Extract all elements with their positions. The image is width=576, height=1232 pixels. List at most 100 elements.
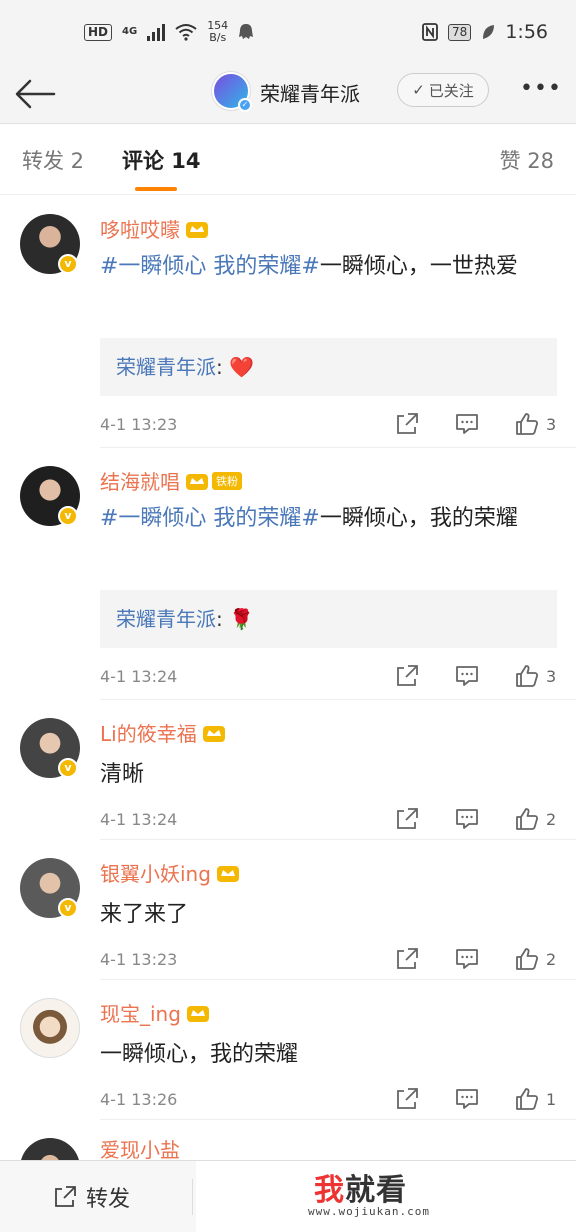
name-row: 银翼小妖ing (100, 858, 241, 887)
name-row: 现宝_ing (100, 998, 211, 1027)
comment-text: #一瞬倾心 我的荣耀#一瞬倾心，我的荣耀 (100, 500, 560, 538)
tab-comments[interactable]: 评论 14 (122, 145, 201, 175)
name-row: 哆啦哎曚 (100, 214, 210, 243)
watermark-url: www.wojiukan.com (308, 1205, 430, 1218)
comment-body: 一瞬倾心，我的荣耀 (319, 506, 518, 531)
like-count: 3 (546, 414, 557, 434)
watermark: 我就看 www.wojiukan.com (196, 1161, 576, 1232)
username[interactable]: 银翼小妖ing (100, 858, 211, 887)
crown-icon (186, 473, 208, 490)
crown-icon (186, 1005, 209, 1022)
comment-body: 来了来了 (100, 902, 189, 927)
comment-time: 4-1 13:24 (100, 666, 178, 686)
thumbs-up-icon[interactable] (514, 1086, 540, 1112)
reply-username[interactable]: 荣耀青年派 (116, 355, 216, 379)
share-icon[interactable] (394, 663, 420, 689)
username[interactable]: Li的筱幸福 (100, 718, 197, 747)
comment-body: 一瞬倾心，我的荣耀 (100, 1042, 299, 1067)
tab-likes[interactable]: 赞 28 (500, 145, 554, 175)
more-options-icon[interactable]: ••• (520, 76, 561, 106)
user-avatar[interactable] (20, 998, 80, 1058)
topic-link[interactable]: #一瞬倾心 我的荣耀# (100, 254, 320, 279)
share-icon[interactable] (394, 946, 420, 972)
thumbs-up-icon[interactable] (514, 806, 540, 832)
back-arrow-icon[interactable] (14, 72, 58, 116)
crown-icon (216, 865, 239, 882)
ghost-icon (239, 24, 254, 39)
comment-body: 清晰 (100, 762, 145, 787)
thumbs-up-icon[interactable] (514, 946, 540, 972)
comment-meta: 4-1 13:23 3 (100, 409, 560, 439)
comment-bubble-icon[interactable] (454, 946, 480, 972)
comment-bubble-icon[interactable] (454, 806, 480, 832)
username[interactable]: 结海就唱 (100, 466, 180, 495)
status-left: HD 4G 154 B/s (84, 20, 254, 44)
share-icon[interactable] (394, 411, 420, 437)
comment-item: v 哆啦哎曚 #一瞬倾心 我的荣耀#一瞬倾心，一世热爱 荣耀青年派: ❤️ 4-… (0, 196, 576, 448)
username[interactable]: 现宝_ing (100, 998, 181, 1027)
share-icon[interactable] (394, 806, 420, 832)
comment-meta: 4-1 13:24 3 (100, 661, 560, 691)
reply-text: ❤️ (229, 355, 255, 379)
verified-badge-icon: v (58, 254, 78, 274)
account-title[interactable]: 荣耀青年派 (260, 78, 360, 107)
crown-icon (186, 221, 208, 238)
like-count: 2 (546, 809, 557, 829)
verified-badge-icon: v (58, 506, 78, 526)
comment-actions: 1 (360, 1086, 560, 1112)
name-row: 爱现小盐 (100, 1134, 180, 1163)
nfc-icon (422, 23, 438, 41)
tab-reposts[interactable]: 转发 2 (22, 145, 84, 175)
comment-actions: 3 (360, 663, 560, 689)
clock: 1:56 (505, 21, 548, 43)
comment-text: 清晰 (100, 756, 560, 794)
bar-divider (192, 1179, 193, 1215)
reply-text: 🌹 (229, 607, 255, 631)
comment-bubble-icon[interactable] (454, 1086, 480, 1112)
verified-badge-icon: v (58, 898, 78, 918)
network-speed: 154 B/s (207, 20, 228, 44)
comment-bubble-icon[interactable] (454, 663, 480, 689)
repost-button[interactable]: 转发 (52, 1181, 130, 1213)
watermark-brand-rest: 就看 (345, 1173, 407, 1208)
comment-bubble-icon[interactable] (454, 411, 480, 437)
comment-body: 一瞬倾心，一世热爱 (319, 254, 518, 279)
share-icon[interactable] (394, 1086, 420, 1112)
speed-unit: B/s (209, 31, 227, 44)
username[interactable]: 爱现小盐 (100, 1134, 180, 1163)
author-reply[interactable]: 荣耀青年派: 🌹 (100, 590, 557, 648)
like-count: 1 (546, 1089, 557, 1109)
name-row: Li的筱幸福 (100, 718, 227, 747)
leaf-icon (483, 25, 495, 39)
comment-item: 现宝_ing 一瞬倾心，我的荣耀 4-1 13:26 1 (0, 980, 576, 1120)
watermark-brand-accent: 我 (314, 1173, 345, 1208)
comment-item: v 结海就唱 铁粉 #一瞬倾心 我的荣耀#一瞬倾心，我的荣耀 荣耀青年派: 🌹 … (0, 448, 576, 700)
crown-icon (202, 725, 225, 742)
author-reply[interactable]: 荣耀青年派: ❤️ (100, 338, 557, 396)
comment-text: 一瞬倾心，我的荣耀 (100, 1036, 560, 1074)
network-type: 4G (122, 26, 138, 37)
active-tab-indicator (135, 187, 177, 191)
comment-time: 4-1 13:23 (100, 414, 178, 434)
thumbs-up-icon[interactable] (514, 411, 540, 437)
topic-link[interactable]: #一瞬倾心 我的荣耀# (100, 506, 320, 531)
comment-item: v 银翼小妖ing 来了来了 4-1 13:23 2 (0, 840, 576, 980)
comment-actions: 3 (360, 411, 560, 437)
comment-list: v 哆啦哎曚 #一瞬倾心 我的荣耀#一瞬倾心，一世热爱 荣耀青年派: ❤️ 4-… (0, 196, 576, 1198)
nav-bar: ✓ 荣耀青年派 ✓ 已关注 ••• (0, 64, 576, 124)
like-count: 2 (546, 949, 557, 969)
comment-text: #一瞬倾心 我的荣耀#一瞬倾心，一世热爱 (100, 248, 560, 286)
following-label: 已关注 (428, 81, 474, 100)
hd-badge: HD (84, 23, 113, 41)
like-count: 3 (546, 666, 557, 686)
watermark-brand: 我就看 (314, 1165, 407, 1209)
username[interactable]: 哆啦哎曚 (100, 214, 180, 243)
comment-meta: 4-1 13:24 2 (100, 804, 560, 834)
verified-blue-icon: ✓ (238, 98, 252, 112)
comment-actions: 2 (360, 806, 560, 832)
following-button[interactable]: ✓ 已关注 (397, 73, 489, 107)
reply-username[interactable]: 荣耀青年派 (116, 607, 216, 631)
comment-text: 来了来了 (100, 896, 560, 934)
status-right: 78 1:56 (422, 21, 548, 43)
thumbs-up-icon[interactable] (514, 663, 540, 689)
